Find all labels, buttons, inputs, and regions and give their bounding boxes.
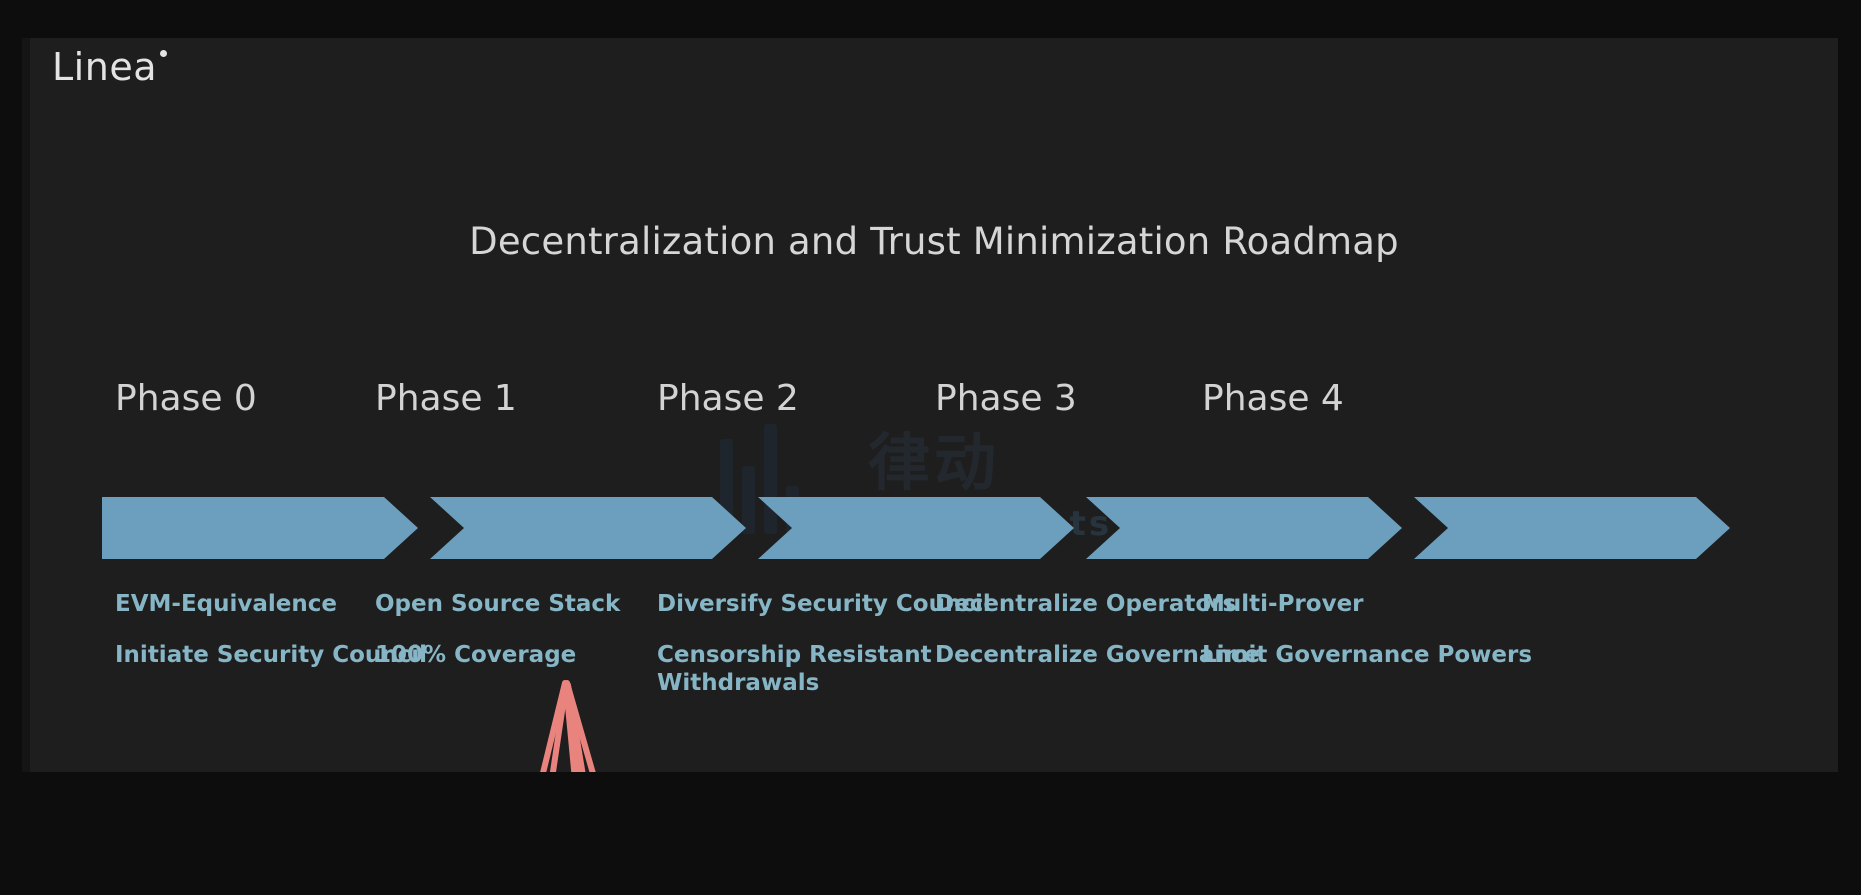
screenshot-root: Linea Decentralization and Trust Minimiz…	[0, 0, 1861, 895]
phase-label-3: Phase 3	[935, 378, 1077, 419]
phase-item: Open Source Stack	[375, 591, 621, 617]
phase-label-4: Phase 4	[1202, 378, 1344, 419]
phase-items-4: Multi-Prover Limit Governance Powers	[1202, 590, 1532, 692]
phase-item: Multi-Prover	[1202, 591, 1364, 617]
phase-chevron-3	[1086, 497, 1402, 559]
phase-chevron-1	[430, 497, 746, 559]
phase-label-row: Phase 0 Phase 1 Phase 2 Phase 3 Phase 4	[30, 378, 1838, 438]
linea-logo[interactable]: Linea	[52, 48, 167, 86]
dot-icon	[159, 50, 167, 57]
slide-panel: Linea Decentralization and Trust Minimiz…	[30, 38, 1838, 772]
phase-item: 100% Coverage	[375, 642, 577, 669]
logo-wordmark: Linea	[52, 45, 157, 89]
phase-label-1: Phase 1	[375, 378, 517, 419]
phase-label-0: Phase 0	[115, 378, 257, 419]
phase-label-2: Phase 2	[657, 378, 799, 419]
phase-items-1: Open Source Stack 100% Coverage	[375, 590, 620, 692]
roadmap-arrow-band	[30, 497, 1838, 559]
phase-chevron-4	[1414, 497, 1730, 559]
phase-items-row: EVM-Equivalence Initiate Security Council…	[30, 590, 1838, 720]
phase-item: Limit Governance Powers	[1202, 642, 1533, 669]
page-title: Decentralization and Trust Minimization …	[469, 220, 1399, 263]
phase-chevron-0	[102, 497, 418, 559]
phase-chevron-2	[758, 497, 1074, 559]
